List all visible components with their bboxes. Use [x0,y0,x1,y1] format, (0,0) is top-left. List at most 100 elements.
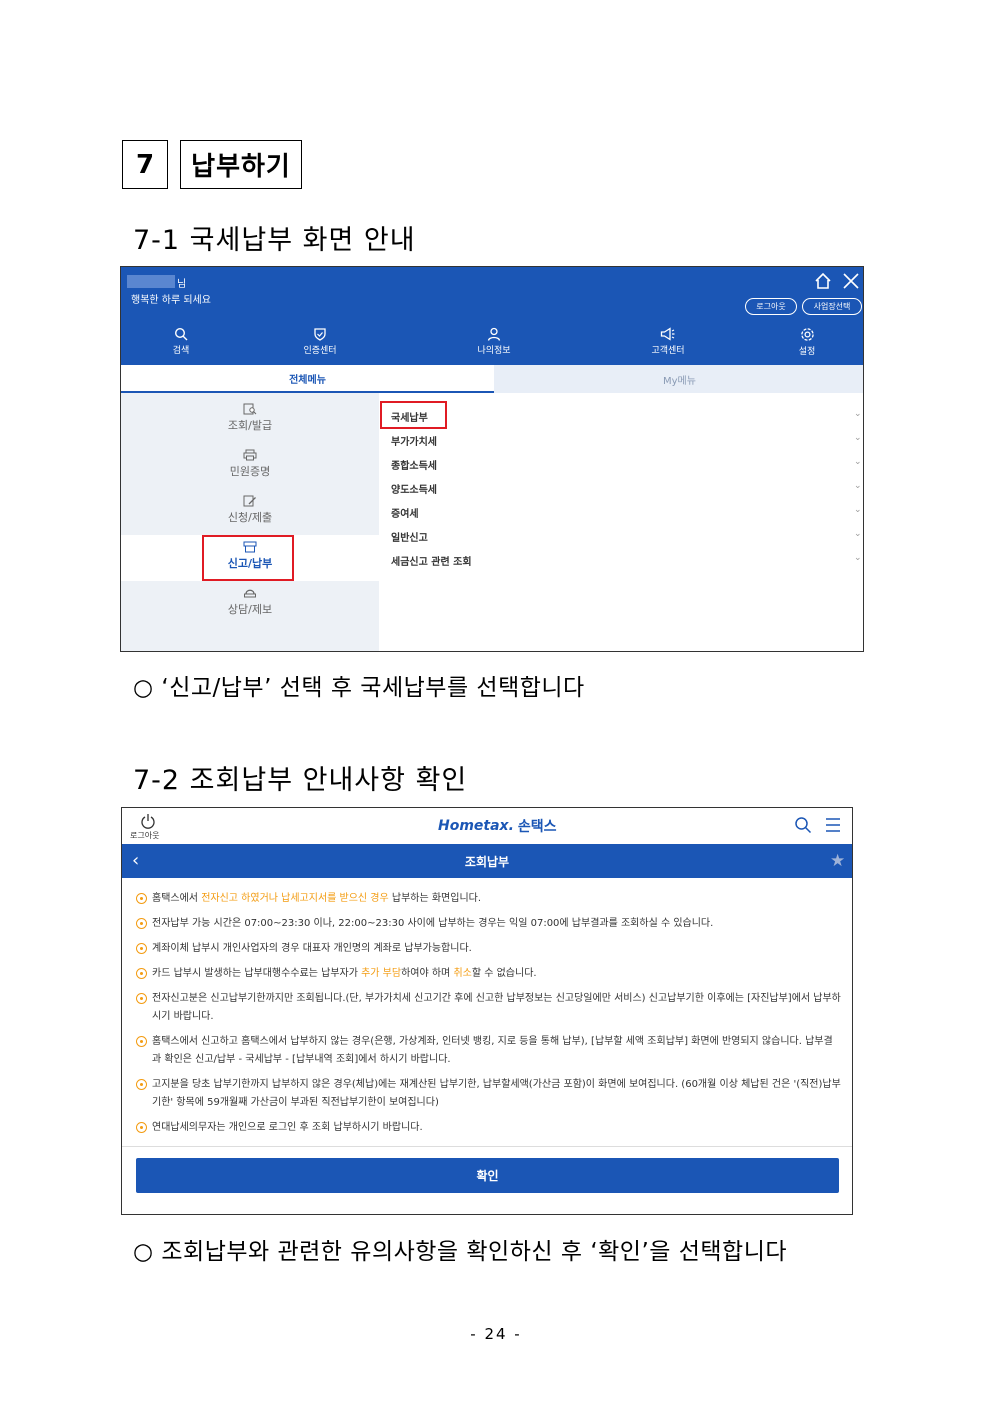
notice-list: 홈택스에서 전자신고 하였거나 납세고지서를 받으신 경우 납부하는 화면입니다… [136,890,841,1144]
subsection-heading-7-2: 7-2 조회납부 안내사항 확인 [133,765,468,796]
nav-label: 나의정보 [477,346,511,356]
category-label: 조회/발급 [227,419,273,432]
app-logo: Hometax. 손택스 [438,816,557,836]
notice-text: 홈택스에서 신고하고 홈택스에서 납부하지 않는 경우(은행, 가상계좌, 인터… [152,1036,833,1065]
notice-text: 홈택스에서 [152,893,202,904]
bullet-circle-icon [136,918,147,929]
document-search-icon [243,403,257,415]
bullet-circle-icon [136,993,147,1004]
star-icon[interactable]: ★ [830,851,845,871]
instruction-7-2: ○ 조회납부와 관련한 유의사항을 확인하신 후 ‘확인’을 선택합니다 [133,1239,788,1265]
confirm-button[interactable]: 확인 [136,1158,839,1193]
notice-item: 카드 납부시 발생하는 납부대행수수료는 납부자가 추가 부담하여야 하며 취소… [136,965,841,983]
notice-text: 납부하는 화면입니다. [388,893,482,904]
menu-tabs: 전체메뉴 My메뉴 [121,365,863,393]
logo-en: Hometax. [438,818,514,834]
category-inquiry-issue[interactable]: 조회/발급 [121,397,379,443]
nav-my-info[interactable]: 나의정보 [454,327,534,356]
section-title: 납부하기 [180,140,302,189]
menu-item-income-tax[interactable]: 종합소득세 [391,457,437,472]
logout-label[interactable]: 로그아웃 [130,830,159,841]
shield-icon [314,328,326,341]
bullet-circle-icon [136,1122,147,1133]
chevron-down-icon[interactable]: ⌄ [854,481,862,491]
nav-label: 인증센터 [303,346,337,356]
biz-select-button[interactable]: 사업장선택 [802,298,862,315]
nav-label: 고객센터 [651,346,685,356]
search-icon[interactable] [794,816,812,834]
close-icon[interactable] [841,271,861,291]
app-header: 님 행복한 하루 되세요 로그아웃 사업장선택 검색 인증센터 나의정보 고객센… [121,267,863,365]
notice-highlight-text: 취소 [453,968,472,979]
nav-auth-center[interactable]: 인증센터 [280,327,360,356]
nav-search[interactable]: 검색 [141,327,221,356]
nav-customer-center[interactable]: 고객센터 [628,327,708,356]
masked-username [127,275,175,288]
greeting-text: 행복한 하루 되세요 [131,295,211,306]
menu-item-tax-report-inquiry[interactable]: 세금신고 관련 조회 [391,553,472,568]
notice-item: 계좌이체 납부시 개인사업자의 경우 대표자 개인명의 계좌로 납부가능합니다. [136,940,841,958]
power-icon[interactable] [140,813,156,829]
chevron-down-icon[interactable]: ⌄ [854,433,862,443]
notice-text: 하여야 하며 [401,968,454,979]
gear-icon [800,328,814,341]
home-icon[interactable] [813,271,833,291]
subsection-heading-7-1: 7-1 국세납부 화면 안내 [133,225,416,256]
notice-item: 연대납세의무자는 개인으로 로그인 후 조회 납부하시기 바랍니다. [136,1119,841,1137]
chevron-down-icon[interactable]: ⌄ [854,505,862,515]
menu-item-vat[interactable]: 부가가치세 [391,433,437,448]
notice-text: 전자납부 가능 시간은 07:00~23:30 이나, 22:00~23:30 … [152,918,714,929]
category-consult-report[interactable]: 상담/제보 [121,581,379,627]
menu-item-gift-tax[interactable]: 증여세 [391,505,419,520]
category-civil-certificate[interactable]: 민원증명 [121,443,379,489]
nav-label: 검색 [172,346,190,356]
section-number: 7 [122,140,168,189]
menu-item-general-report[interactable]: 일반신고 [391,529,428,544]
category-label: 상담/제보 [227,603,273,616]
chevron-down-icon[interactable]: ⌄ [854,409,862,419]
notice-item: 전자납부 가능 시간은 07:00~23:30 이나, 22:00~23:30 … [136,915,841,933]
back-arrow-icon[interactable]: ‹ [132,850,139,871]
tab-all-menu[interactable]: 전체메뉴 [121,365,494,393]
chevron-down-icon[interactable]: ⌄ [854,553,862,563]
category-apply-submit[interactable]: 신청/제출 [121,489,379,535]
consult-icon [244,589,256,598]
nav-label: 설정 [798,347,816,357]
instruction-7-1: ○ ‘신고/납부’ 선택 후 국세납부를 선택합니다 [133,675,585,701]
bullet-circle-icon [136,968,147,979]
bullet-circle-icon [136,1036,147,1047]
category-label: 민원증명 [229,465,271,478]
highlight-box-category [202,535,294,581]
notice-item: 홈택스에서 신고하고 홈택스에서 납부하지 않는 경우(은행, 가상계좌, 인터… [136,1033,841,1069]
notice-item: 고지분을 당초 납부기한까지 납부하지 않은 경우(체납)에는 재계산된 납부기… [136,1076,841,1112]
notice-item: 홈택스에서 전자신고 하였거나 납세고지서를 받으신 경우 납부하는 화면입니다… [136,890,841,908]
divider [122,1146,852,1147]
screen-title: 조회납부 [464,854,510,869]
tab-my-menu[interactable]: My메뉴 [494,365,863,393]
user-icon [487,327,501,341]
nav-settings[interactable]: 설정 [767,327,847,357]
notice-text: 전자신고분은 신고납부기한까지만 조회됩니다.(단, 부가가치세 신고기간 후에… [152,993,841,1022]
screenshot-national-tax-menu: 님 행복한 하루 되세요 로그아웃 사업장선택 검색 인증센터 나의정보 고객센… [120,266,864,652]
page-number: - 24 - [470,1325,522,1343]
megaphone-icon [660,327,675,341]
notice-highlight-text: 전자신고 하였거나 납세고지서를 받으신 경우 [201,893,389,904]
logout-button[interactable]: 로그아웃 [745,298,797,315]
hamburger-menu-icon[interactable] [824,816,842,834]
title-bar: 조회납부 ‹ ★ [122,844,852,878]
chevron-down-icon[interactable]: ⌄ [854,529,862,539]
search-icon [174,327,188,341]
notice-item: 전자신고분은 신고납부기한까지만 조회됩니다.(단, 부가가치세 신고기간 후에… [136,990,841,1026]
bullet-circle-icon [136,943,147,954]
logo-kr: 손택스 [517,819,557,835]
screenshot-inquiry-payment-notice: 로그아웃 Hometax. 손택스 조회납부 ‹ ★ 홈택스에서 전자신고 하였… [121,807,853,1215]
notice-highlight-text: 추가 부담 [361,968,402,979]
printer-icon [243,449,257,461]
menu-item-capital-gains-tax[interactable]: 양도소득세 [391,481,437,496]
notice-text: 연대납세의무자는 개인으로 로그인 후 조회 납부하시기 바랍니다. [152,1122,423,1133]
chevron-down-icon[interactable]: ⌄ [854,457,862,467]
document-edit-icon [243,495,256,507]
category-label: 신청/제출 [227,511,273,524]
bullet-circle-icon [136,893,147,904]
username-suffix: 님 [177,279,187,290]
